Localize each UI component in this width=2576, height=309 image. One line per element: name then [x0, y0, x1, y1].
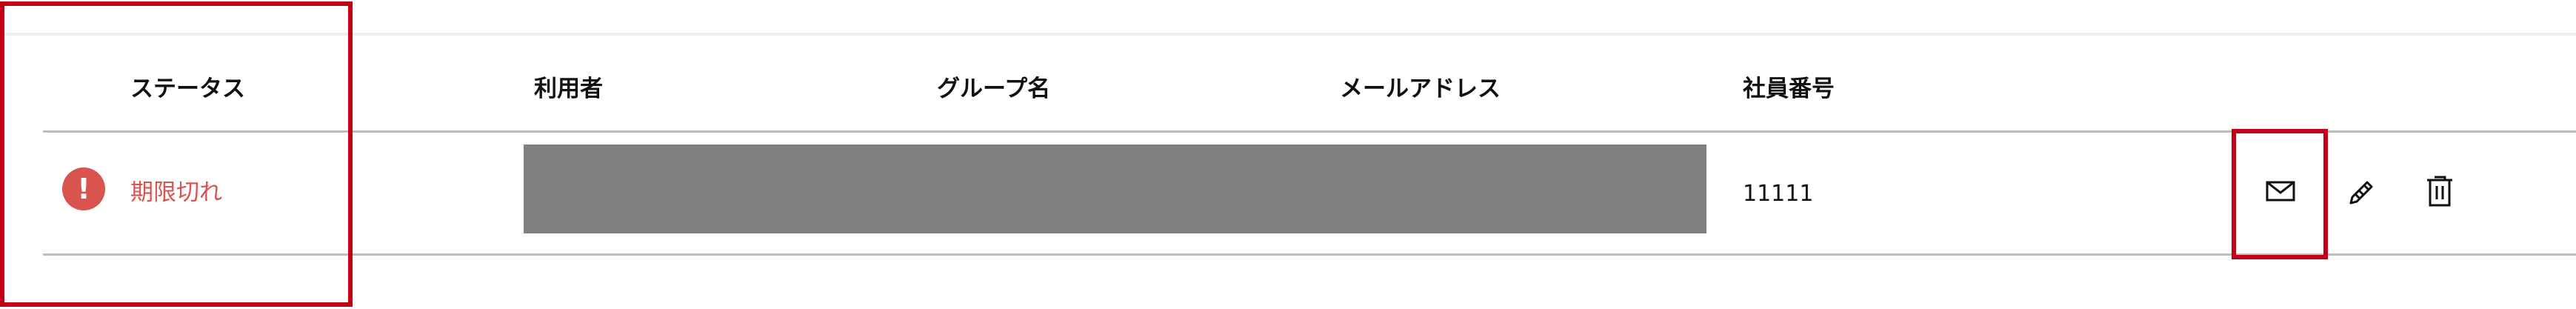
- column-header-user: 利用者: [534, 76, 603, 102]
- header-bottom-border: [43, 130, 2576, 133]
- edit-button[interactable]: [2340, 170, 2382, 212]
- trash-icon: [2427, 176, 2452, 207]
- row-bottom-border: [43, 253, 2576, 256]
- redacted-user-group-email: [524, 144, 1706, 233]
- column-header-email: メールアドレス: [1340, 76, 1501, 102]
- mail-action-highlight: [2232, 129, 2328, 259]
- employee-number-value: 11111: [1743, 181, 1814, 207]
- status-column-highlight: [0, 1, 353, 307]
- delete-button[interactable]: [2419, 170, 2460, 212]
- top-divider: [0, 33, 2576, 36]
- column-header-group-name: グループ名: [937, 76, 1051, 102]
- pencil-icon: [2349, 181, 2373, 205]
- column-header-employee-number: 社員番号: [1743, 76, 1835, 102]
